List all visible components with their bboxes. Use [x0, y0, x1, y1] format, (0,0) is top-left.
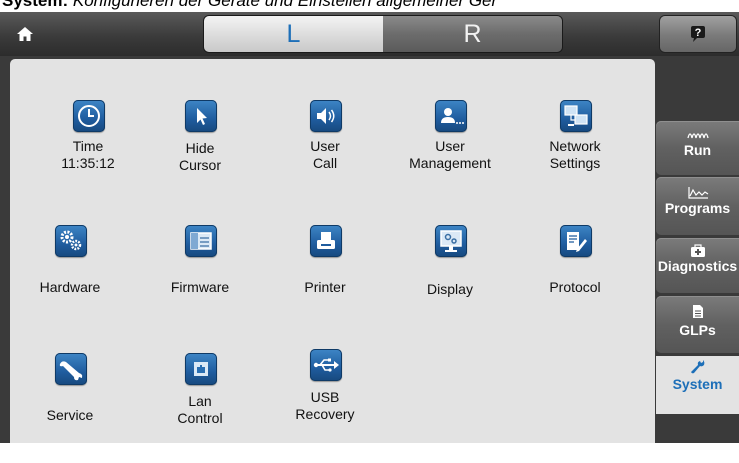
document-edit-icon — [567, 232, 587, 252]
lan-control-tile[interactable]: Lan Control — [150, 353, 250, 463]
caption-prefix: System: — [2, 0, 69, 10]
tab-system-label: System — [672, 376, 723, 392]
left-side-button[interactable]: L — [204, 16, 383, 52]
waveform-icon — [686, 133, 709, 139]
printer-icon — [317, 232, 335, 249]
chart-icon — [687, 187, 708, 199]
user-icon — [441, 108, 464, 124]
usb-icon — [313, 358, 339, 372]
tile-label-line2: Cursor — [178, 157, 221, 173]
tile-label-line1: Service — [46, 407, 94, 423]
tab-glps[interactable]: GLPs — [656, 296, 739, 353]
tile-label-line1: Hardware — [39, 279, 101, 295]
document-icon — [692, 305, 703, 318]
tile-label-line1: Display — [427, 281, 473, 297]
tab-programs-label: Programs — [664, 200, 731, 216]
wrench-icon — [690, 360, 704, 374]
protocol-tile[interactable]: Protocol — [525, 225, 625, 335]
network-icon — [564, 105, 588, 126]
tile-label-line2: Call — [312, 155, 338, 171]
tab-diagnostics[interactable]: Diagnostics — [656, 238, 739, 293]
monitor-icon — [440, 230, 462, 252]
tab-system[interactable]: System — [656, 356, 739, 414]
network-settings-tile[interactable]: Network Settings — [525, 100, 625, 210]
user-management-tile[interactable]: User Management — [400, 100, 500, 210]
tile-label-line1: Printer — [304, 279, 346, 295]
side-selector: L R — [204, 16, 562, 52]
tab-run-label: Run — [683, 142, 712, 158]
tab-glps-label: GLPs — [679, 322, 716, 338]
clock-icon — [78, 105, 100, 127]
tile-label-line2: Recovery — [295, 406, 355, 422]
tile-label-line2: Management — [409, 155, 491, 171]
time-tile[interactable]: Time 11:35:12 — [38, 100, 138, 210]
speaker-icon — [317, 108, 335, 124]
tile-label-line2: Settings — [549, 155, 601, 171]
tab-diagnostics-label: Diagnostics — [657, 258, 738, 274]
tile-label-line1: Hide — [185, 140, 215, 156]
lan-icon — [194, 362, 208, 376]
top-bar: L R ? — [0, 12, 739, 56]
cursor-icon — [197, 108, 207, 125]
usb-recovery-tile[interactable]: USB Recovery — [275, 349, 375, 463]
tile-label-line1: User — [310, 138, 340, 154]
page-caption: System: Konfigurieren der Geräte und Ein… — [0, 0, 739, 12]
user-call-tile[interactable]: User Call — [275, 100, 375, 210]
system-panel: Time 11:35:12 Hide Cursor User Call User… — [10, 59, 655, 443]
right-side-button[interactable]: R — [383, 16, 562, 52]
left-side-label: L — [286, 20, 301, 48]
device-screen: L R ? Time 11:35:12 Hide Cursor User Cal… — [0, 12, 739, 443]
hide-cursor-tile[interactable]: Hide Cursor — [150, 100, 250, 210]
tab-programs[interactable]: Programs — [656, 177, 739, 235]
tile-label-line1: Firmware — [170, 279, 230, 295]
tile-label-line1: USB — [310, 389, 340, 405]
first-aid-icon — [690, 244, 705, 257]
home-icon — [17, 27, 33, 41]
tab-run[interactable]: Run — [656, 121, 739, 175]
help-button[interactable]: ? — [660, 16, 736, 52]
tile-label-line2: Control — [177, 410, 223, 426]
caption-text: Konfigurieren der Geräte und Einstellen … — [72, 0, 498, 10]
tile-label-line1: Network — [549, 138, 601, 154]
tile-label-line2: 11:35:12 — [61, 155, 115, 171]
tile-label-line1: User — [435, 138, 465, 154]
help-icon: ? — [691, 26, 705, 42]
hardware-tile[interactable]: Hardware — [20, 225, 120, 335]
printer-tile[interactable]: Printer — [275, 225, 375, 335]
svg-text:?: ? — [695, 27, 702, 39]
service-tile[interactable]: Service — [20, 353, 120, 463]
side-tab-bar: Run Programs Diagnostics GLPs System — [656, 59, 739, 443]
home-button[interactable] — [14, 24, 36, 44]
right-side-label: R — [463, 20, 482, 48]
chip-icon — [190, 232, 212, 250]
tile-label-line1: Protocol — [549, 279, 601, 295]
display-tile[interactable]: Display — [400, 225, 500, 335]
gears-icon — [60, 230, 82, 251]
tile-label-line1: Lan — [188, 393, 212, 409]
tile-label-line1: Time — [72, 138, 104, 154]
firmware-tile[interactable]: Firmware — [150, 225, 250, 335]
wrench-icon — [59, 361, 83, 381]
